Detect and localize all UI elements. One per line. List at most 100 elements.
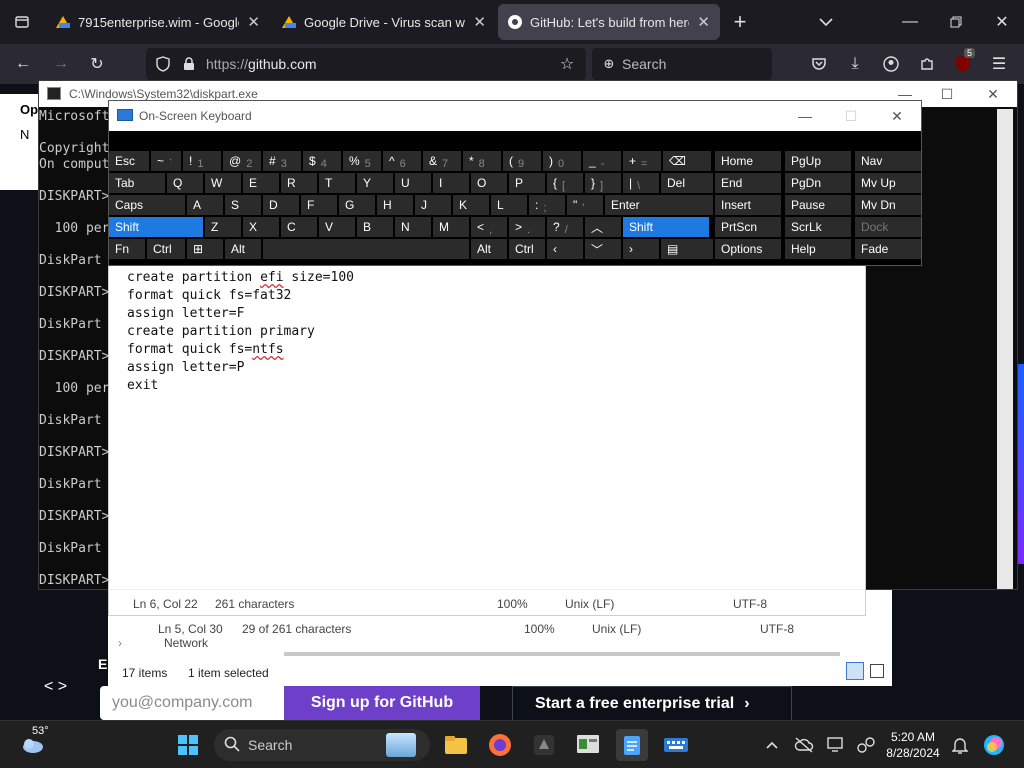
cloud-off-icon[interactable]: [788, 729, 820, 761]
lock-icon[interactable]: [176, 52, 202, 76]
key-right-arrow[interactable]: ›: [623, 239, 659, 259]
key-equals[interactable]: + =: [623, 151, 661, 171]
key-h[interactable]: H: [377, 195, 413, 215]
minimize-icon[interactable]: —: [785, 103, 825, 129]
key-y[interactable]: Y: [357, 173, 393, 193]
close-tab-icon[interactable]: ✕: [697, 13, 710, 31]
key-comma[interactable]: <,: [471, 217, 507, 237]
key-l[interactable]: L: [491, 195, 527, 215]
key-semicolon[interactable]: :;: [529, 195, 565, 215]
tab-overview-icon[interactable]: [0, 0, 44, 44]
notepad-taskbar-icon[interactable]: [616, 729, 648, 761]
key-alt-right[interactable]: Alt: [471, 239, 507, 259]
key-j[interactable]: J: [415, 195, 451, 215]
key-g[interactable]: G: [339, 195, 375, 215]
bookmark-star-icon[interactable]: ☆: [554, 52, 580, 76]
account-icon[interactable]: [878, 52, 904, 76]
tray-chevron-up-icon[interactable]: [756, 729, 788, 761]
list-tabs-chevron-icon[interactable]: [804, 0, 848, 44]
task-manager-icon[interactable]: [572, 729, 604, 761]
url-bar[interactable]: https://github.com ☆: [146, 48, 586, 80]
spellcheck-word[interactable]: ntfs: [252, 342, 283, 357]
key-0[interactable]: ) 0: [543, 151, 581, 171]
key-esc[interactable]: Esc: [109, 151, 149, 171]
clock[interactable]: 5:20 AM 8/28/2024: [884, 729, 942, 761]
key-f[interactable]: F: [301, 195, 337, 215]
back-arrow-icon[interactable]: ←: [10, 52, 36, 76]
copilot-icon[interactable]: [978, 729, 1010, 761]
key-3[interactable]: #3: [263, 151, 301, 171]
screen-icon[interactable]: [820, 729, 852, 761]
keyboard-taskbar-icon[interactable]: [660, 729, 692, 761]
key-rbracket[interactable]: }]: [585, 173, 621, 193]
firefox-icon[interactable]: [484, 729, 516, 761]
key-7[interactable]: & 7: [423, 151, 461, 171]
key-pgup[interactable]: PgUp: [785, 151, 851, 171]
key-del[interactable]: Del: [661, 173, 713, 193]
key-r[interactable]: R: [281, 173, 317, 193]
key-ctrl-right[interactable]: Ctrl: [509, 239, 545, 259]
key-space[interactable]: [263, 239, 469, 259]
key-windows[interactable]: ⊞: [187, 239, 223, 259]
key-s[interactable]: S: [225, 195, 261, 215]
spellcheck-word[interactable]: efi: [260, 270, 283, 285]
on-screen-keyboard-window[interactable]: On-Screen Keyboard — ☐ ✕ Esc ~ `! 1 @2 #3 $4% 5…: [108, 100, 922, 266]
tab-google-drive-virus-scan[interactable]: Google Drive - Virus scan warn ✕: [272, 4, 496, 40]
taskbar-search[interactable]: Search: [214, 729, 430, 761]
email-input[interactable]: you@company.com: [100, 686, 284, 720]
key-prtscn[interactable]: PrtScn: [715, 217, 781, 237]
key-b[interactable]: B: [357, 217, 393, 237]
key-1[interactable]: ! 1: [183, 151, 221, 171]
key-6[interactable]: ^ 6: [383, 151, 421, 171]
notepad-window[interactable]: create partition efi size=100 format quic…: [108, 252, 866, 616]
key-up-arrow[interactable]: ︿: [585, 217, 621, 237]
key-down-arrow[interactable]: ﹀: [585, 239, 621, 259]
minimize-window-icon[interactable]: —: [888, 0, 932, 44]
key-pause[interactable]: Pause: [785, 195, 851, 215]
key-p[interactable]: P: [509, 173, 545, 193]
key-alt-left[interactable]: Alt: [225, 239, 261, 259]
maximize-icon[interactable]: ☐: [831, 103, 871, 129]
nav-item-network[interactable]: Network: [164, 636, 208, 650]
key-i[interactable]: I: [433, 173, 469, 193]
key-ctrl-left[interactable]: Ctrl: [147, 239, 185, 259]
app-icon[interactable]: [528, 729, 560, 761]
key-end[interactable]: End: [715, 173, 781, 193]
pocket-icon[interactable]: [806, 52, 832, 76]
key-n[interactable]: N: [395, 217, 431, 237]
key-z[interactable]: Z: [205, 217, 241, 237]
close-window-icon[interactable]: ✕: [980, 0, 1024, 44]
new-tab-icon[interactable]: +: [718, 0, 762, 44]
key-k[interactable]: K: [453, 195, 489, 215]
network-icon[interactable]: [850, 729, 882, 761]
start-windows-icon[interactable]: [172, 729, 204, 761]
key-tab[interactable]: Tab: [109, 173, 165, 193]
ublock-icon[interactable]: 5: [950, 48, 976, 76]
tiles-view-icon[interactable]: [870, 664, 884, 678]
close-icon[interactable]: ✕: [973, 81, 1013, 107]
maximize-icon[interactable]: ☐: [927, 81, 967, 107]
key-quote[interactable]: " ': [567, 195, 603, 215]
key-menu[interactable]: ▤: [661, 239, 713, 259]
shield-icon[interactable]: [150, 52, 176, 76]
key-u[interactable]: U: [395, 173, 431, 193]
extensions-puzzle-icon[interactable]: [914, 52, 940, 76]
key-q[interactable]: Q: [167, 173, 203, 193]
close-tab-icon[interactable]: ✕: [473, 13, 486, 31]
close-tab-icon[interactable]: ✕: [247, 13, 260, 31]
weather-icon[interactable]: 53°: [14, 725, 54, 761]
forward-arrow-icon[interactable]: →: [48, 52, 74, 76]
key-dock[interactable]: Dock: [855, 217, 921, 237]
horizontal-scrollbar[interactable]: [284, 652, 840, 656]
key-pgdn[interactable]: PgDn: [785, 173, 851, 193]
key-9[interactable]: (9: [503, 151, 541, 171]
key-mvdn[interactable]: Mv Dn: [855, 195, 921, 215]
notification-bell-icon[interactable]: [944, 729, 976, 761]
key-left-arrow[interactable]: ‹: [547, 239, 583, 259]
key-home[interactable]: Home: [715, 151, 781, 171]
console-scrollbar[interactable]: [997, 109, 1013, 589]
key-2[interactable]: @2: [223, 151, 261, 171]
key-options[interactable]: Options: [715, 239, 781, 259]
key-period[interactable]: >.: [509, 217, 545, 237]
enterprise-trial-button[interactable]: Start a free enterprise trial ›: [512, 686, 792, 720]
